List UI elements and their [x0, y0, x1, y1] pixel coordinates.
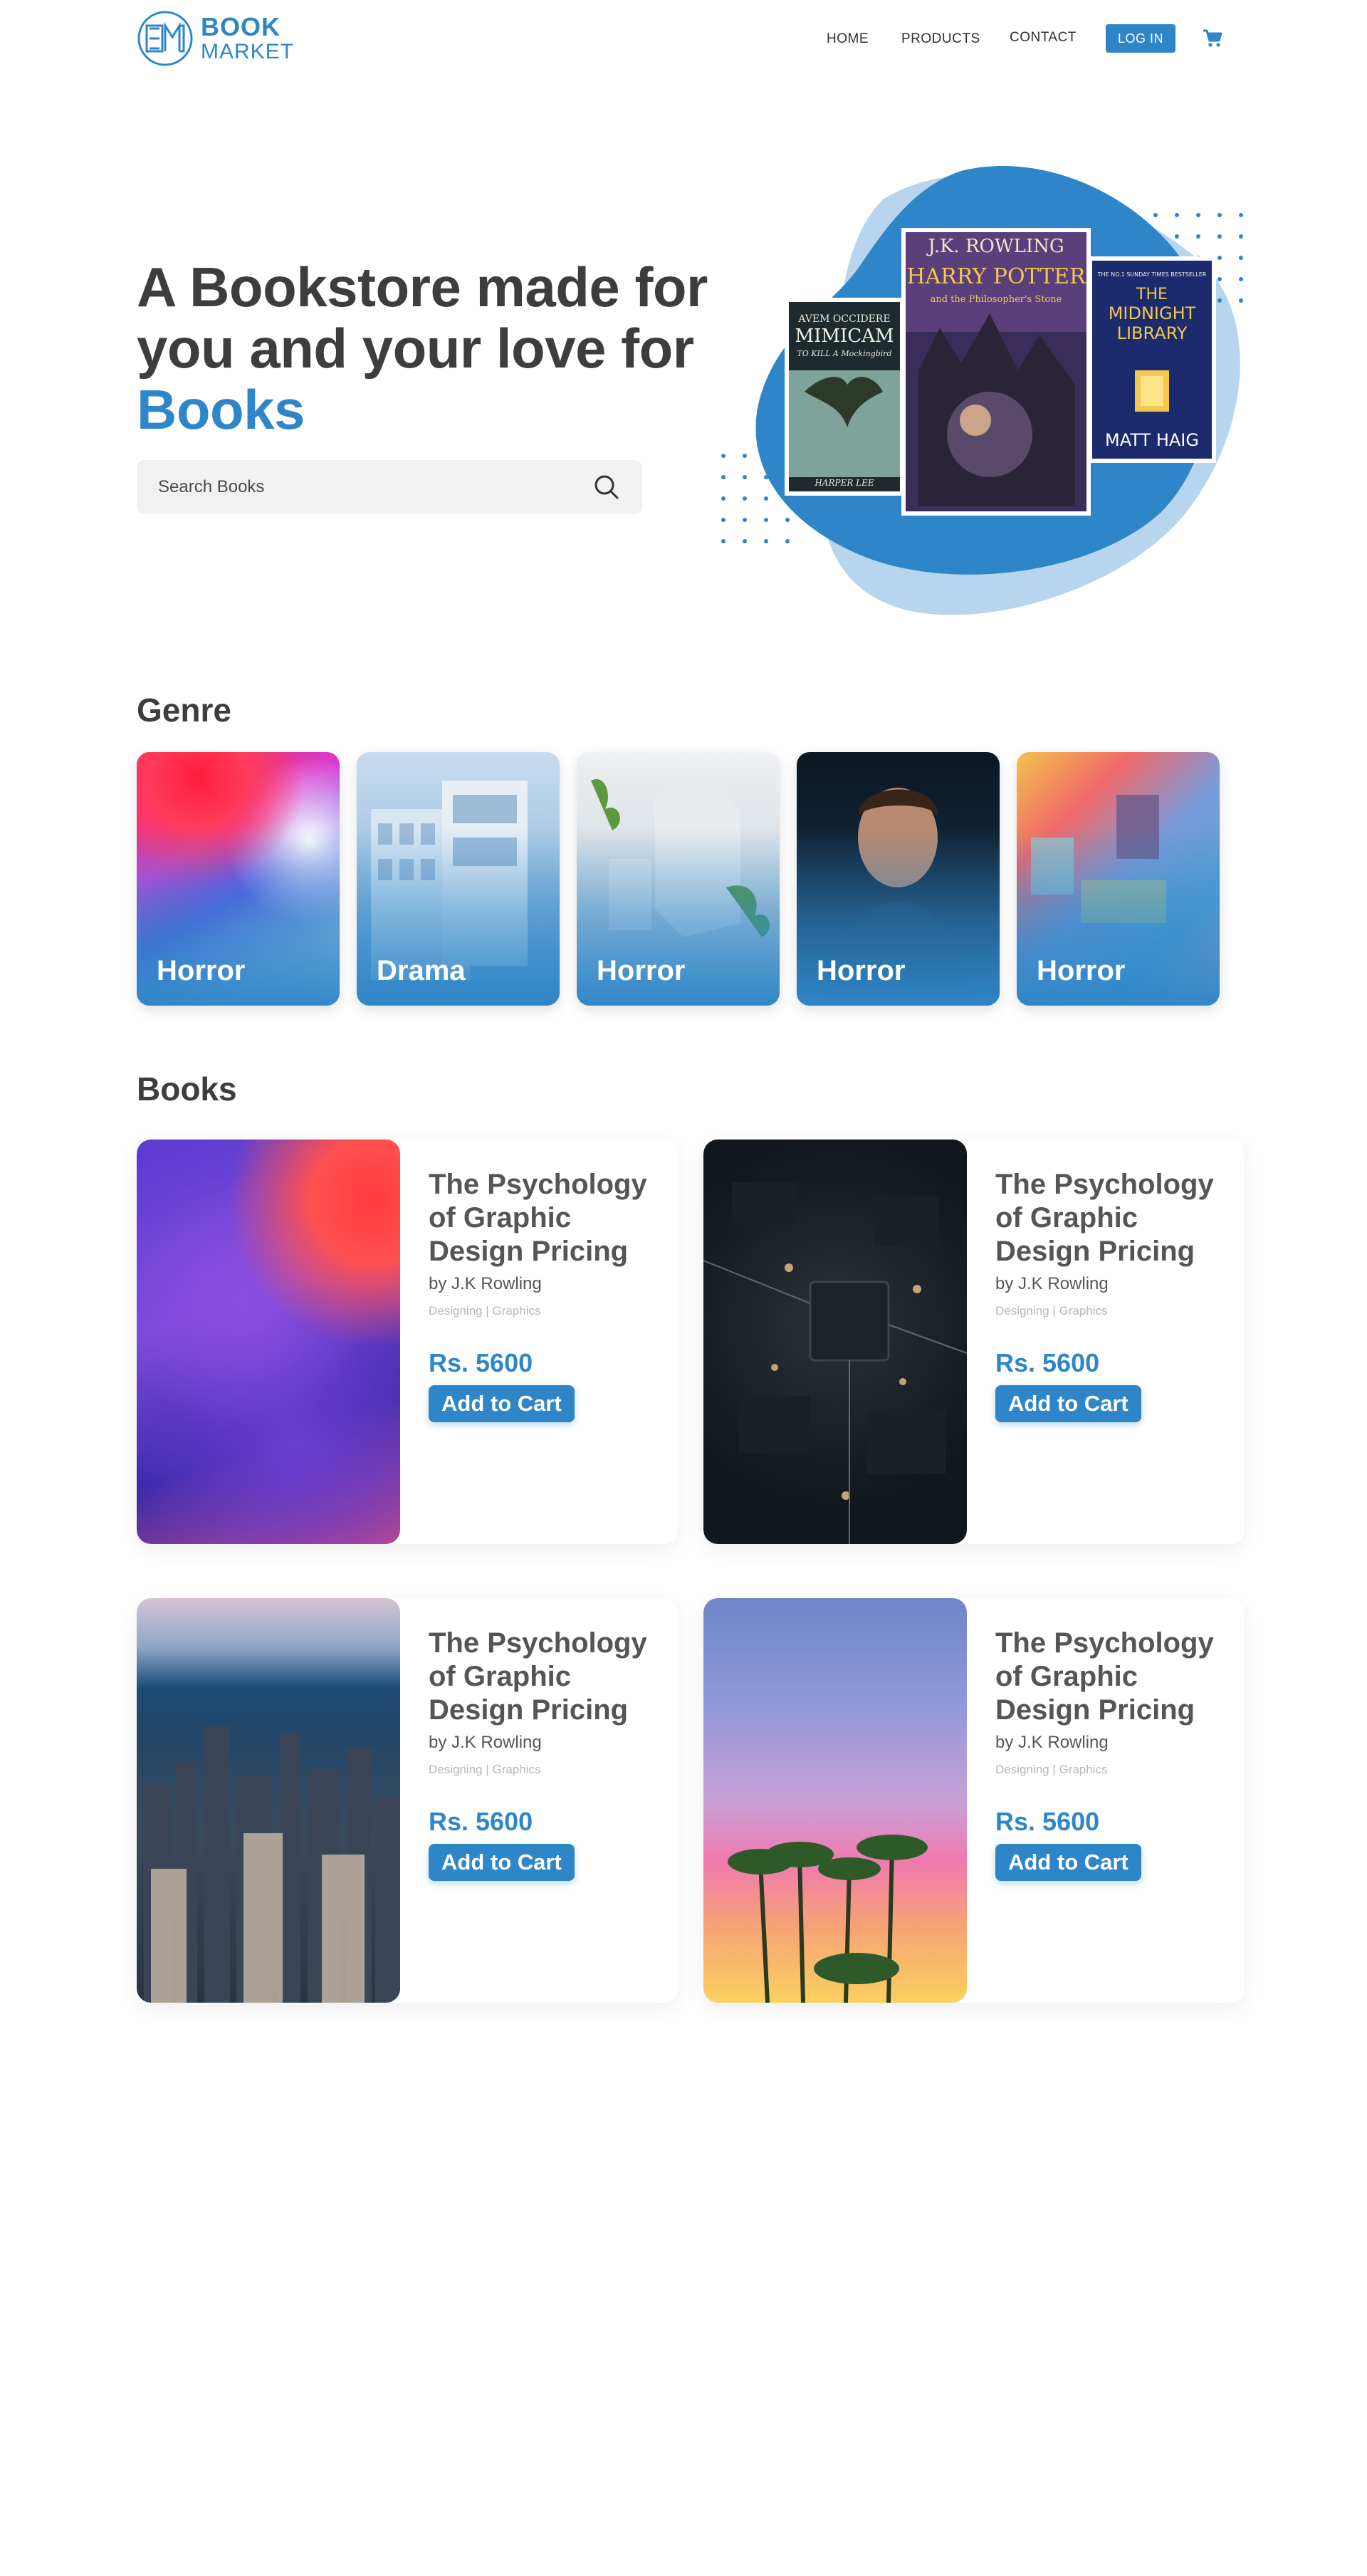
svg-text:AVEM OCCIDERE: AVEM OCCIDERE	[797, 313, 890, 325]
book-author: by J.K Rowling	[995, 1274, 1109, 1293]
genre-label: Horror	[157, 955, 246, 986]
book-price: Rs. 5600	[995, 1807, 1100, 1836]
top-navbar: BOOK MARKET HOME PRODUCTS CONTACT LOG IN	[0, 0, 1367, 78]
book-card[interactable]: The Psychology of Graphic Design Pricing…	[703, 1598, 1245, 2003]
genre-label: Horror	[597, 955, 686, 986]
hero-illustration: AVEM OCCIDERE MIMICAM TO KILL A Mockingb…	[721, 165, 1243, 615]
svg-text:TO KILL A Mockingbird: TO KILL A Mockingbird	[797, 349, 891, 358]
svg-text:J.K. ROWLING: J.K. ROWLING	[926, 236, 1064, 257]
svg-text:THE: THE	[1136, 286, 1168, 303]
svg-text:LIBRARY: LIBRARY	[1117, 323, 1188, 343]
add-to-cart-button[interactable]: Add to Cart	[995, 1844, 1141, 1881]
book-cover-midnight-library: THE NO.1 SUNDAY TIMES BESTSELLER THE MID…	[1088, 256, 1216, 463]
add-to-cart-button[interactable]: Add to Cart	[429, 1844, 575, 1881]
book-author: by J.K Rowling	[995, 1733, 1109, 1752]
book-tags: Designing | Graphics	[995, 1304, 1108, 1318]
book-title: The Psychology of Graphic Design Pricing	[429, 1169, 647, 1267]
hero-title-text: A Bookstore made for you and your love f…	[137, 256, 708, 380]
book-author: by J.K Rowling	[429, 1274, 542, 1293]
genre-card[interactable]: Horror	[1017, 752, 1220, 1006]
book-tags: Designing | Graphics	[429, 1763, 541, 1776]
book-cover-harry-potter: J.K. ROWLING HARRY POTTER and the Philos…	[901, 228, 1091, 516]
brand-wordmark: BOOK MARKET	[201, 14, 294, 63]
add-to-cart-button[interactable]: Add to Cart	[995, 1385, 1141, 1422]
genre-heading: Genre	[137, 692, 231, 729]
genre-card[interactable]: Horror	[577, 752, 780, 1006]
shopping-cart-icon[interactable]	[1202, 28, 1223, 48]
book-info: The Psychology of Graphic Design Pricing…	[995, 1627, 1230, 1881]
book-image	[703, 1598, 967, 2003]
genre-label: Horror	[1037, 955, 1126, 986]
book-info: The Psychology of Graphic Design Pricing…	[429, 1168, 664, 1422]
book-price: Rs. 5600	[429, 1807, 533, 1836]
brand-line1: BOOK	[201, 12, 281, 41]
nav-home-link[interactable]: HOME	[827, 31, 869, 47]
book-cover-mockingbird: AVEM OCCIDERE MIMICAM TO KILL A Mockingb…	[785, 298, 904, 496]
book-card[interactable]: The Psychology of Graphic Design Pricing…	[137, 1140, 678, 1544]
brand-logo[interactable]: BOOK MARKET	[137, 10, 294, 67]
login-button[interactable]: LOG IN	[1106, 24, 1175, 53]
svg-text:MATT HAIG: MATT HAIG	[1105, 430, 1199, 450]
books-heading: Books	[137, 1070, 237, 1107]
book-title: The Psychology of Graphic Design Pricing	[995, 1627, 1214, 1726]
book-title: The Psychology of Graphic Design Pricing	[429, 1627, 647, 1726]
svg-text:MIDNIGHT: MIDNIGHT	[1109, 303, 1196, 323]
book-card[interactable]: The Psychology of Graphic Design Pricing…	[703, 1140, 1245, 1544]
genre-card[interactable]: Horror	[797, 752, 1000, 1006]
book-price: Rs. 5600	[995, 1348, 1100, 1377]
book-card[interactable]: The Psychology of Graphic Design Pricing…	[137, 1598, 678, 2003]
book-price: Rs. 5600	[429, 1348, 533, 1377]
genre-label: Drama	[377, 955, 466, 986]
nav-contact-link[interactable]: CONTACT	[1010, 30, 1077, 46]
search-bar	[137, 460, 642, 514]
book-info: The Psychology of Graphic Design Pricing…	[429, 1627, 664, 1881]
search-input[interactable]	[158, 477, 592, 497]
book-image	[703, 1140, 967, 1544]
book-info: The Psychology of Graphic Design Pricing…	[995, 1168, 1230, 1422]
book-tags: Designing | Graphics	[429, 1304, 541, 1318]
nav-products-link[interactable]: PRODUCTS	[901, 31, 980, 47]
svg-text:HARRY POTTER: HARRY POTTER	[906, 264, 1086, 289]
genre-label: Horror	[817, 955, 906, 986]
genre-card[interactable]: Drama	[357, 752, 560, 1006]
svg-text:HARPER LEE: HARPER LEE	[814, 478, 874, 488]
genre-list: Horror Drama Horror Horror Horror	[137, 752, 1230, 1006]
book-title: The Psychology of Graphic Design Pricing	[995, 1169, 1214, 1267]
book-image	[137, 1140, 400, 1544]
svg-text:and the Philosopher's Stone: and the Philosopher's Stone	[931, 294, 1062, 305]
genre-card[interactable]: Horror	[137, 752, 340, 1006]
brand-line2: MARKET	[201, 40, 295, 63]
svg-text:THE NO.1 SUNDAY TIMES BESTSELL: THE NO.1 SUNDAY TIMES BESTSELLER	[1097, 271, 1207, 278]
book-market-logo-icon	[137, 11, 193, 66]
svg-text:MIMICAM: MIMICAM	[795, 325, 894, 347]
search-icon[interactable]	[592, 473, 621, 501]
book-author: by J.K Rowling	[429, 1733, 542, 1752]
add-to-cart-button[interactable]: Add to Cart	[429, 1385, 575, 1422]
hero-title-accent: Books	[137, 378, 305, 441]
book-tags: Designing | Graphics	[995, 1763, 1108, 1776]
hero-title: A Bookstore made for you and your love f…	[137, 256, 749, 440]
book-image	[137, 1598, 400, 2003]
